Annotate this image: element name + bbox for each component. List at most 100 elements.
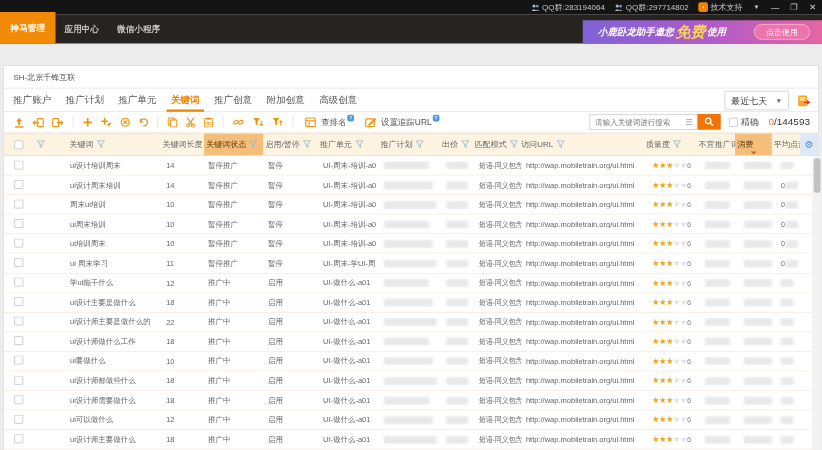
filter-icon[interactable] (96, 140, 104, 148)
column-header-cost[interactable]: 消费 (735, 134, 772, 156)
promo-banner[interactable]: 小鹿卧龙助手邀您 免费 使用 点击使用 (583, 20, 822, 43)
table-row[interactable]: ui周末培训10暂停推广暂停UI-周末-培训-a0短语-同义包含http://w… (4, 215, 819, 235)
filter-icon[interactable] (556, 140, 564, 148)
nav-tab-wechat-mini[interactable]: 微信小程序 (108, 14, 169, 43)
maximize-icon[interactable]: ❐ (789, 2, 799, 12)
nav-tab-shenma[interactable]: 神马管理 (0, 12, 56, 44)
row-checkbox[interactable] (14, 258, 23, 267)
search-button[interactable] (697, 114, 720, 130)
filter-icon[interactable] (416, 140, 424, 148)
column-header-unsuit[interactable]: 不宜推广词 (696, 134, 735, 156)
tab-keyword[interactable]: 关键词 (164, 89, 207, 112)
column-header-length[interactable]: 关键词长度 (160, 134, 204, 156)
column-header-avg[interactable]: 平均点击价 (772, 134, 801, 156)
column-header-onoff[interactable]: 启用/暂停 (263, 134, 317, 156)
export-report-icon[interactable] (797, 94, 810, 107)
keyword-search-box[interactable]: ☰ (589, 114, 697, 130)
filter-icon[interactable] (303, 140, 311, 148)
table-row[interactable]: ui设计师需要做什么18推广中启用UI-做什么-a01短语-同义包含http:/… (4, 391, 819, 411)
link-icon[interactable] (233, 117, 245, 128)
column-header-state[interactable]: 关键词状态 (204, 134, 263, 156)
filter-down-icon[interactable] (252, 117, 264, 128)
table-row[interactable]: ui设计周末培训14暂停推广暂停UI-周末-培训-a0短语-同义包含http:/… (4, 176, 819, 196)
row-checkbox[interactable] (14, 278, 23, 287)
column-header-keyword[interactable]: 关键词 (67, 134, 160, 156)
column-header-status[interactable] (31, 134, 67, 156)
qq-group-2[interactable]: QQ群:297714802 (615, 2, 689, 13)
table-row[interactable]: ui设计师都做些什么18推广中启用UI-做什么-a01短语-同义包含http:/… (4, 371, 819, 391)
row-checkbox[interactable] (14, 356, 23, 365)
nav-tab-app-center[interactable]: 应用中心 (56, 14, 109, 43)
row-checkbox[interactable] (14, 238, 23, 247)
tech-support-button[interactable]: ◖ 技术支持 (698, 2, 742, 13)
column-header-match[interactable]: 匹配模式 (472, 134, 519, 156)
undo-icon[interactable] (138, 117, 149, 128)
select-all-checkbox[interactable] (14, 140, 23, 149)
column-settings-gear-icon[interactable]: ⚙ (805, 139, 814, 150)
scrollbar-thumb[interactable] (813, 158, 820, 193)
table-row[interactable]: 周末ui培训10暂停推广暂停UI-周末-培训-a0短语-同义包含http://w… (4, 195, 819, 215)
table-row[interactable]: ui设计师主要是做什么的22推广中启用UI-做什么-a01短语-同义包含http… (4, 313, 819, 333)
column-header-url[interactable]: 访问URL (519, 134, 644, 156)
copy-icon[interactable] (167, 117, 178, 128)
qq-group-1[interactable]: QQ群:283194064 (531, 2, 605, 13)
filter-icon[interactable] (510, 140, 518, 148)
vertical-scrollbar[interactable] (812, 156, 821, 450)
row-checkbox[interactable] (14, 297, 23, 306)
filter-up-icon[interactable] (272, 117, 284, 128)
paste-icon[interactable] (203, 117, 214, 128)
exact-match-checkbox[interactable]: 精确 (729, 116, 759, 129)
column-header-quality[interactable]: 质量度 (644, 134, 697, 156)
table-row[interactable]: ui设计师主要做什么18推广中启用UI-做什么-a01短语-同义包含http:/… (4, 430, 819, 450)
tab-plan[interactable]: 推广计划 (59, 89, 112, 112)
row-checkbox[interactable] (14, 219, 23, 228)
filter-icon[interactable] (673, 140, 681, 148)
banner-cta-button[interactable]: 点击使用 (754, 24, 810, 40)
row-checkbox[interactable] (14, 395, 23, 404)
table-row[interactable]: ui可以做什么12推广中启用UI-做什么-a01短语-同义包含http://wa… (4, 410, 819, 430)
table-row[interactable]: ui要做什么10推广中启用UI-做什么-a01短语-同义包含http://wap… (4, 352, 819, 372)
column-header-gear[interactable]: ⚙ (800, 134, 818, 156)
row-checkbox[interactable] (14, 180, 23, 189)
close-icon[interactable]: ✕ (808, 2, 818, 12)
row-checkbox[interactable] (14, 434, 23, 443)
tab-extra-creative[interactable]: 附加创意 (259, 89, 312, 112)
table-row[interactable]: ui设计培训周末14暂停推广暂停UI-周末-培训-a0短语-同义包含http:/… (4, 156, 819, 176)
filter-icon[interactable] (461, 140, 469, 148)
cut-icon[interactable] (185, 117, 196, 128)
column-header-bid[interactable]: 出价 (440, 134, 473, 156)
filter-icon[interactable] (37, 140, 45, 148)
import-icon[interactable] (32, 117, 44, 128)
filter-icon[interactable] (355, 140, 363, 148)
date-range-select[interactable]: 最近七天 ▼ (725, 91, 789, 111)
column-header-plan[interactable]: 推广计划 (378, 134, 439, 156)
disable-icon[interactable] (120, 117, 131, 128)
column-header-unit[interactable]: 推广单元 (318, 134, 378, 156)
tab-advanced-creative[interactable]: 高级创意 (312, 89, 365, 112)
table-row[interactable]: ui设计主要是做什么18推广中启用UI-做什么-a01短语-同义包含http:/… (4, 293, 819, 313)
row-checkbox[interactable] (14, 375, 23, 384)
row-checkbox[interactable] (14, 415, 23, 424)
skin-menu-icon[interactable]: ▼ (752, 4, 762, 11)
search-input[interactable] (595, 118, 685, 126)
tab-account[interactable]: 推广账户 (6, 89, 59, 112)
set-tracking-url-button[interactable]: 设置追踪URL ? (364, 117, 439, 128)
check-rank-button[interactable]: 查排名 ? (305, 117, 354, 128)
column-header-checkbox[interactable] (4, 134, 32, 156)
minimize-icon[interactable]: — (770, 3, 780, 12)
export-icon[interactable] (52, 117, 64, 128)
table-row[interactable]: ui培训周末10暂停推广暂停UI-周末-培训-a0短语-同义包含http://w… (4, 234, 819, 254)
add-icon[interactable] (83, 117, 94, 128)
filter-icon[interactable] (249, 140, 257, 148)
upload-icon[interactable] (14, 117, 25, 128)
tab-unit[interactable]: 推广单元 (111, 89, 164, 112)
row-checkbox[interactable] (14, 317, 23, 326)
table-row[interactable]: ui设计师做什么工作18推广中启用UI-做什么-a01短语-同义包含http:/… (4, 332, 819, 352)
list-icon[interactable]: ☰ (685, 117, 692, 127)
table-row[interactable]: 学ui能干什么12推广中启用UI-做什么-a01短语-同义包含http://wa… (4, 273, 819, 293)
tab-creative[interactable]: 推广创意 (207, 89, 260, 112)
row-checkbox[interactable] (14, 160, 23, 169)
row-checkbox[interactable] (14, 336, 23, 345)
add-batch-icon[interactable] (101, 117, 113, 128)
table-row[interactable]: ui 周末学习11暂停推广暂停UI-周末-学UI-周短语-同义包含http://… (4, 254, 819, 274)
